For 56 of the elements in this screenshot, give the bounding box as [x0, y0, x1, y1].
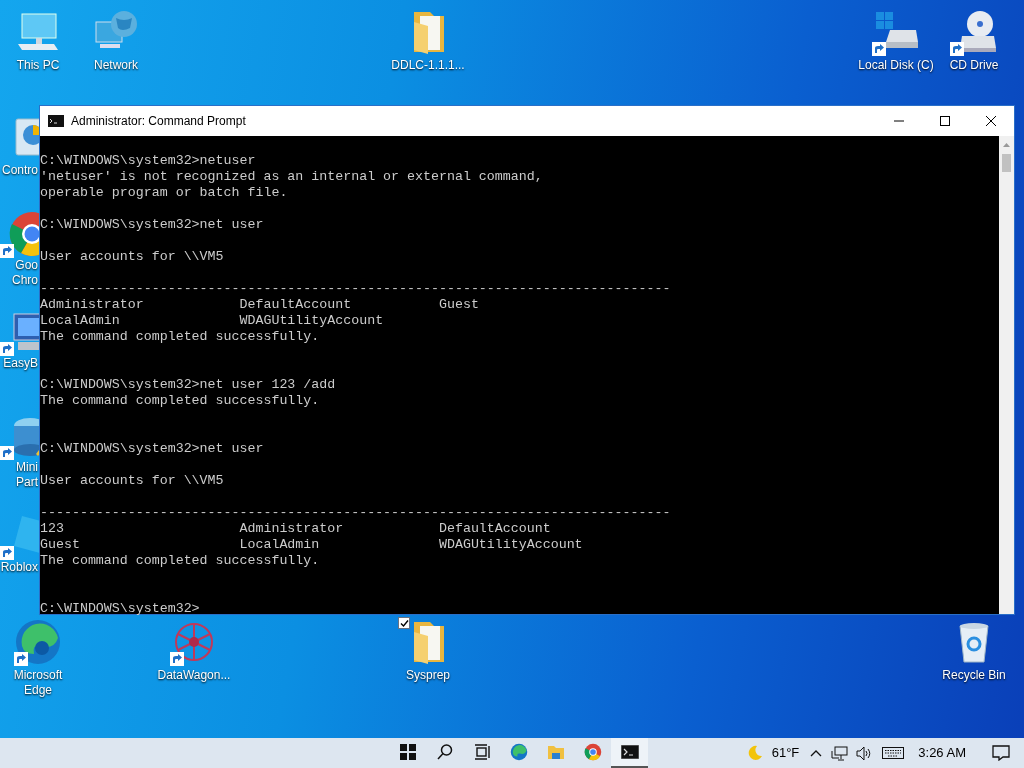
- console-line: C:\WINDOWS\system32>netuser: [40, 153, 256, 169]
- console-line: 'netuser' is not recognized as an internal or external command,: [40, 169, 543, 185]
- console-line: -------------------------------------------------------------------------------: [40, 505, 671, 521]
- terminal-icon: [620, 745, 639, 759]
- task-view-icon: [472, 743, 491, 761]
- keyboard-icon[interactable]: [882, 747, 905, 759]
- console-line: C:\WINDOWS\system32>: [40, 601, 200, 617]
- icon-label: EasyB: [2, 356, 39, 371]
- folder-icon: [546, 743, 565, 761]
- icon-label: Goo Chro: [11, 258, 39, 288]
- console-line: C:\WINDOWS\system32>net user 123 /add: [40, 377, 336, 393]
- edge-icon: [509, 743, 528, 761]
- console-line: User accounts for \\VM5: [40, 249, 224, 265]
- edge-icon[interactable]: [14, 618, 62, 666]
- icon-label: This PC: [16, 58, 60, 73]
- console-line: The command completed successfully.: [40, 329, 320, 345]
- chevron-up-icon[interactable]: [810, 749, 823, 757]
- console-line: operable program or batch file.: [40, 185, 288, 201]
- close-icon: [986, 116, 996, 126]
- console-line: C:\WINDOWS\system32>net user: [40, 441, 264, 457]
- console-line: The command completed successfully.: [40, 553, 320, 569]
- icon-label: Network: [94, 58, 138, 73]
- icon-label: CD Drive: [949, 58, 999, 73]
- console-line: Guest LocalAdmin WDAGUtilityAccount: [40, 537, 583, 553]
- window-title: Administrator: Command Prompt: [71, 113, 246, 130]
- temperature[interactable]: 61°F: [771, 743, 800, 763]
- icon-label: DataWagon...: [157, 668, 231, 683]
- maximize-icon: [940, 116, 950, 126]
- notification-icon[interactable]: [992, 745, 1010, 761]
- scrollbar[interactable]: [999, 136, 1014, 614]
- scrollbar-thumb[interactable]: [1002, 154, 1011, 172]
- icon-label: Contro: [0, 163, 39, 178]
- console-line: User accounts for \\VM5: [40, 473, 224, 489]
- icon-label: Sysprep: [406, 668, 450, 683]
- network-icon[interactable]: [831, 745, 849, 761]
- search-icon: [435, 743, 454, 761]
- console-line: -------------------------------------------------------------------------------: [40, 281, 671, 297]
- icon-label: Local Disk (C): [858, 58, 934, 73]
- console-line: LocalAdmin WDAGUtilityAccount: [40, 313, 384, 329]
- terminal-icon: [48, 115, 64, 127]
- chrome-icon: [583, 743, 602, 761]
- moon-icon: [746, 745, 763, 761]
- console-line: Administrator DefaultAccount Guest: [40, 297, 479, 313]
- terminal-taskbar-button[interactable]: [611, 738, 648, 768]
- console-line: C:\WINDOWS\system32>net user: [40, 217, 264, 233]
- console-line: The command completed successfully.: [40, 393, 320, 409]
- windows-logo-icon: [399, 744, 416, 760]
- icon-label: Microsoft Edge: [13, 668, 63, 698]
- minimize-icon: [894, 120, 904, 122]
- selection-checkbox[interactable]: [398, 617, 410, 629]
- clock[interactable]: 3:26 AM: [918, 743, 966, 763]
- icon-label: Roblox: [0, 560, 39, 575]
- console-line: 123 Administrator DefaultAccount: [40, 521, 551, 537]
- icon-label: DDLC-1.1.1...: [391, 58, 465, 73]
- icon-label: Recycle Bin: [942, 668, 1006, 683]
- icon-label: Mini Part: [15, 460, 39, 490]
